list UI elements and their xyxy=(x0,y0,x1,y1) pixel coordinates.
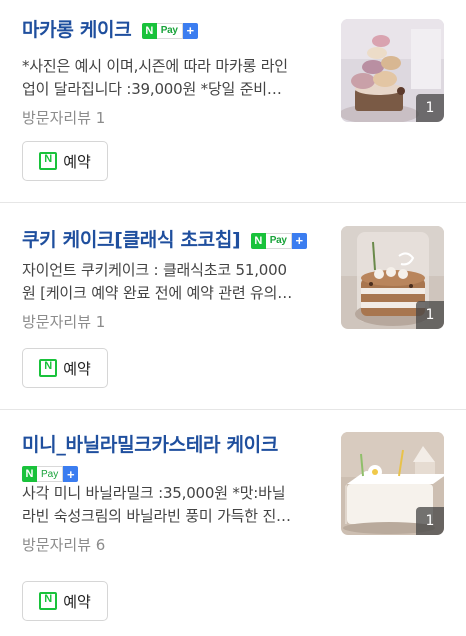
item-text: 쿠키 케이크[클래식 초코칩] N Pay + 자이언트 쿠키케이크 : 클래식… xyxy=(22,227,328,333)
npay-badge: N Pay + xyxy=(250,233,307,249)
item-description[interactable]: *사진은 예시 이며,시즌에 따라 마카롱 라인 업이 달라집니다 :39,00… xyxy=(22,55,328,101)
review-count[interactable]: 방문자리뷰 1 xyxy=(22,107,328,129)
review-count[interactable]: 방문자리뷰 6 xyxy=(22,534,328,556)
calendar-icon: N xyxy=(39,359,58,377)
reserve-label: 예약 xyxy=(63,152,91,171)
item-title-row: 쿠키 케이크[클래식 초코칩] N Pay + xyxy=(22,227,328,253)
image-count-badge: 1 xyxy=(416,507,444,535)
item-title[interactable]: 마카롱 케이크 xyxy=(22,19,132,41)
item-title-row: 마카롱 케이크 N Pay + xyxy=(22,17,328,43)
reserve-label: 예약 xyxy=(63,592,91,611)
reserve-button[interactable]: N 예약 xyxy=(22,348,108,388)
item-description[interactable]: 사각 미니 바닐라밀크 :35,000원 *맛:바닐 라빈 숙성크림의 바닐라빈… xyxy=(22,482,328,528)
image-count-badge: 1 xyxy=(416,94,444,122)
list-item: 마카롱 케이크 N Pay + *사진은 예시 이며,시즌에 따라 마카롱 라인… xyxy=(0,0,466,202)
product-thumbnail[interactable]: 1 xyxy=(341,226,444,329)
npay-badge: N Pay + xyxy=(141,23,198,39)
item-title[interactable]: 쿠키 케이크[클래식 초코칩] xyxy=(22,229,241,251)
list-item: 쿠키 케이크[클래식 초코칩] N Pay + 자이언트 쿠키케이크 : 클래식… xyxy=(0,203,466,409)
pay-label: Pay xyxy=(265,233,292,249)
review-count[interactable]: 방문자리뷰 1 xyxy=(22,311,328,333)
reserve-button[interactable]: N 예약 xyxy=(22,581,108,621)
naver-n-icon: N xyxy=(250,233,266,249)
naver-n-icon: N xyxy=(22,466,37,482)
image-count-badge: 1 xyxy=(416,301,444,329)
plus-icon: + xyxy=(63,466,79,482)
item-text: 미니_바닐라밀크카스테라 케이크 N Pay + 사각 미니 바닐라밀크 :35… xyxy=(22,432,328,556)
reserve-label: 예약 xyxy=(63,359,91,378)
naver-n-icon: N xyxy=(141,23,157,39)
product-thumbnail[interactable]: 1 xyxy=(341,19,444,122)
pay-label: Pay xyxy=(37,466,64,482)
product-list: 마카롱 케이크 N Pay + *사진은 예시 이며,시즌에 따라 마카롱 라인… xyxy=(0,0,466,636)
item-title[interactable]: 미니_바닐라밀크카스테라 케이크 xyxy=(22,432,328,458)
plus-icon: + xyxy=(291,233,307,249)
product-thumbnail[interactable]: 1 xyxy=(341,432,444,535)
calendar-icon: N xyxy=(39,152,58,170)
calendar-icon: N xyxy=(39,592,58,610)
item-text: 마카롱 케이크 N Pay + *사진은 예시 이며,시즌에 따라 마카롱 라인… xyxy=(22,17,328,129)
item-badge-row: N Pay + xyxy=(22,462,328,482)
plus-icon: + xyxy=(182,23,198,39)
npay-badge: N Pay + xyxy=(22,466,79,482)
item-description[interactable]: 자이언트 쿠키케이크 : 클래식초코 51,000 원 [케이크 예약 완료 전… xyxy=(22,259,328,305)
list-item: 미니_바닐라밀크카스테라 케이크 N Pay + 사각 미니 바닐라밀크 :35… xyxy=(0,410,466,636)
reserve-button[interactable]: N 예약 xyxy=(22,141,108,181)
pay-label: Pay xyxy=(156,23,183,39)
